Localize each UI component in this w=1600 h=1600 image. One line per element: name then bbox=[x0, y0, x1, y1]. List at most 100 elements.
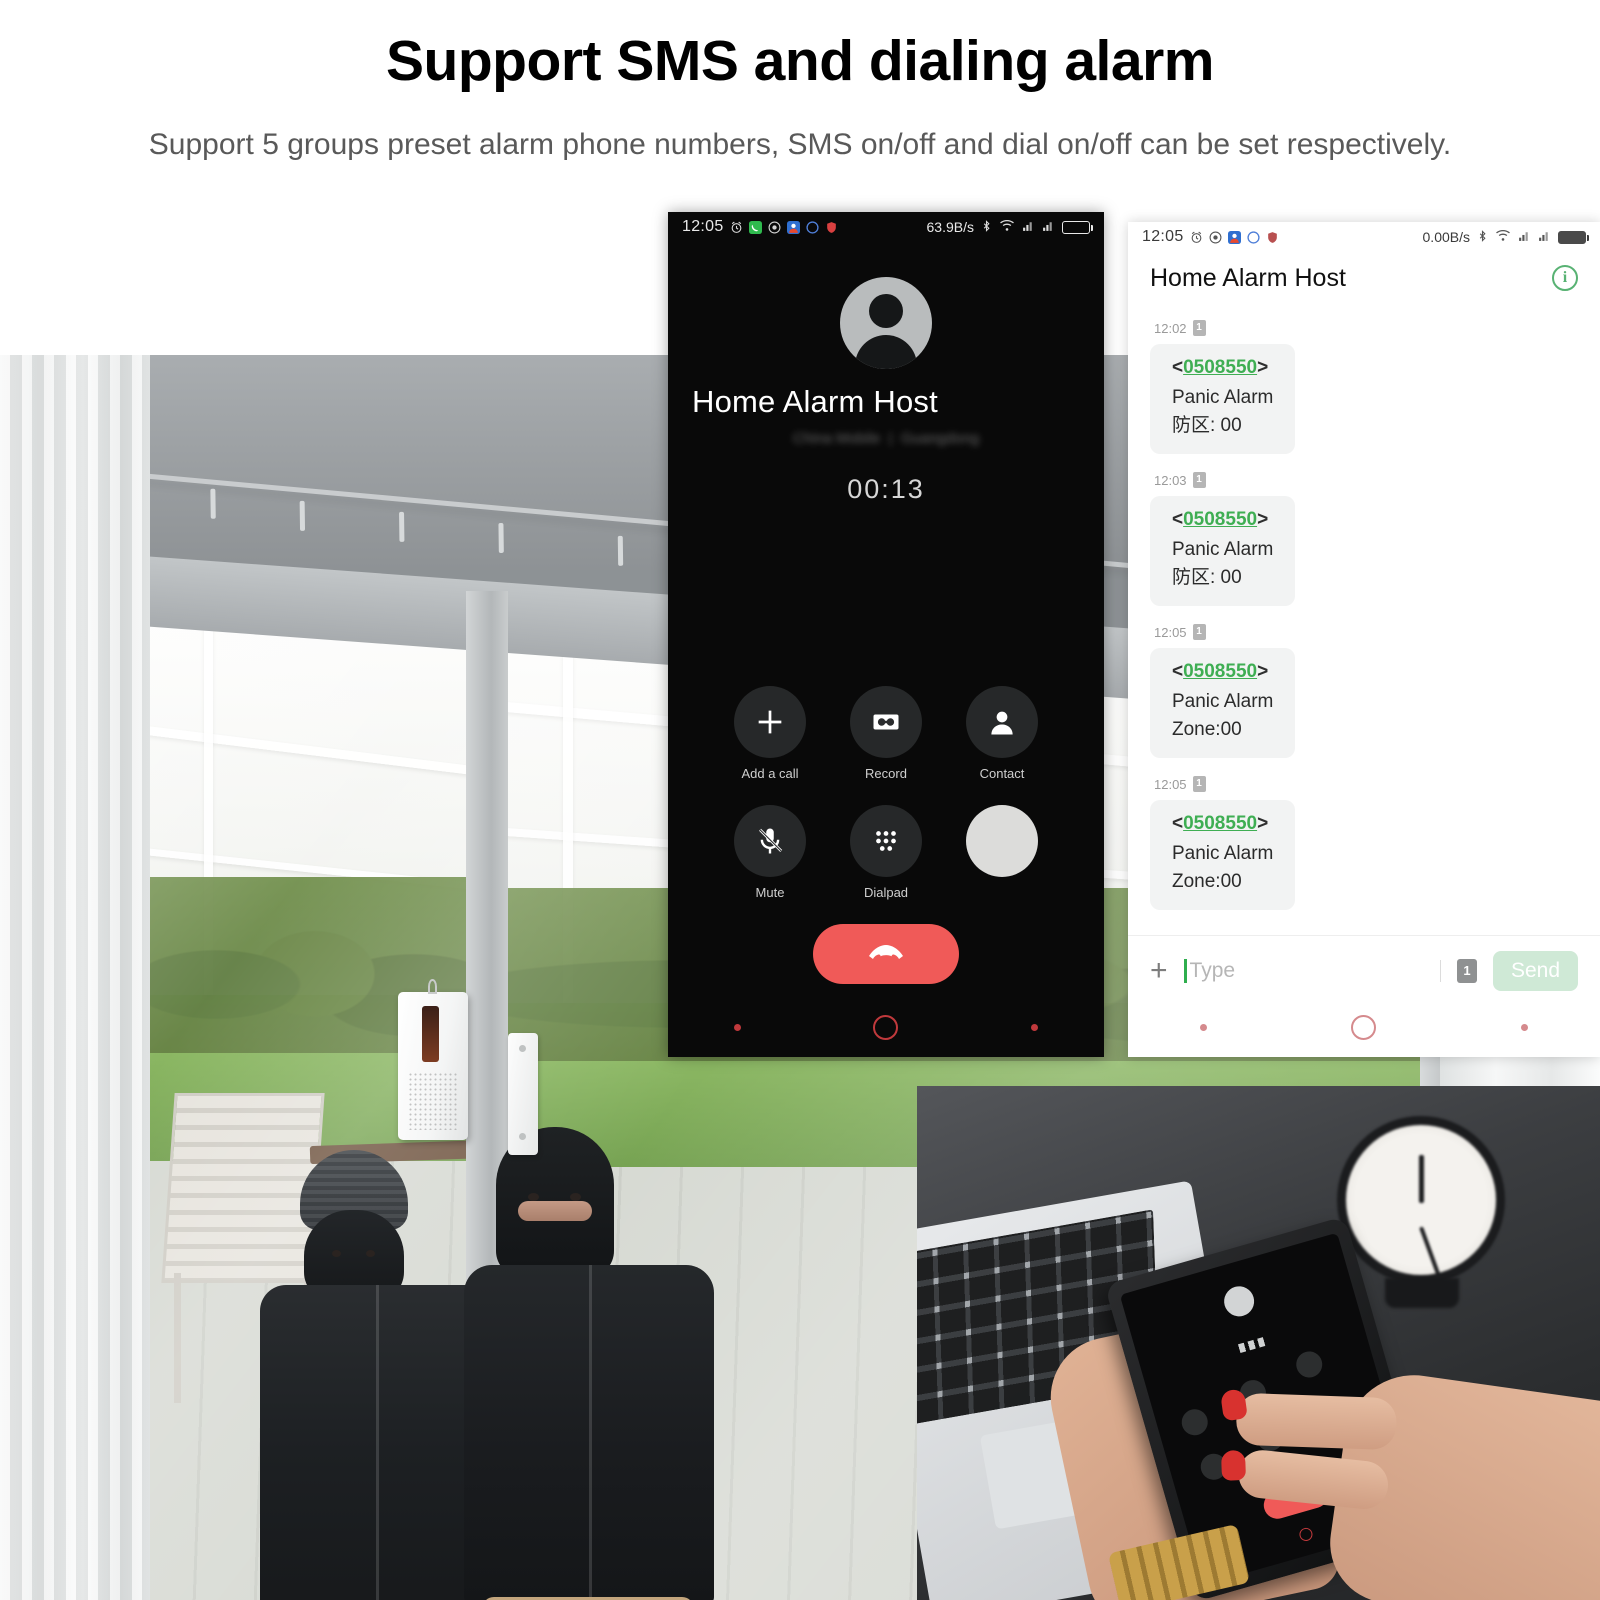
page-title: Support SMS and dialing alarm bbox=[386, 29, 1214, 93]
call-button-label: Record bbox=[865, 766, 907, 781]
message-line-2: Zone:00 bbox=[1172, 870, 1242, 892]
recents-dot[interactable] bbox=[1030, 1023, 1038, 1031]
call-button-label: Dialpad bbox=[863, 885, 909, 900]
door-sensor-device bbox=[398, 979, 468, 1140]
message-line-1: Panic Alarm bbox=[1172, 539, 1274, 561]
battery-icon bbox=[1558, 230, 1589, 244]
mute-button[interactable]: Mute bbox=[712, 805, 828, 900]
info-icon[interactable]: i bbox=[1552, 265, 1578, 291]
message-sender-number: <0508550> bbox=[1172, 813, 1269, 835]
send-button[interactable]: Send bbox=[1492, 950, 1578, 991]
back-dot[interactable] bbox=[1200, 1023, 1208, 1031]
door-sensor-magnet bbox=[508, 1033, 538, 1155]
message-input-placeholder: Type bbox=[1189, 958, 1236, 982]
alarm-clock bbox=[1337, 1116, 1505, 1299]
signal-icon-2 bbox=[1042, 219, 1055, 235]
hand-pointing bbox=[1219, 1366, 1600, 1600]
message-sender-number: <0508550> bbox=[1172, 357, 1269, 378]
add-a-call-button[interactable]: Add a call bbox=[712, 686, 828, 781]
message-timestamp: 12:05 bbox=[1154, 776, 1187, 792]
message-line-1: Panic Alarm bbox=[1172, 691, 1274, 713]
contacts-app-icon bbox=[1227, 230, 1241, 244]
battery-icon bbox=[1062, 220, 1093, 234]
message-timestamp-row: 12:02 1 bbox=[1154, 320, 1578, 336]
sender-number-value: 0508550 bbox=[1183, 357, 1258, 378]
call-nav-bar bbox=[668, 1007, 1104, 1047]
network-speed: 63.9B/s bbox=[926, 219, 974, 235]
message-line-2: 防区: 00 bbox=[1172, 414, 1242, 436]
message-bubble: <0508550> Panic Alarm Zone:00 bbox=[1150, 800, 1296, 911]
intruder-figure bbox=[452, 1125, 722, 1600]
home-circle[interactable] bbox=[873, 1014, 899, 1040]
contact-icon bbox=[966, 686, 1038, 758]
message-line-1: Panic Alarm bbox=[1172, 387, 1274, 408]
message-timestamp-row: 12:05 1 bbox=[1154, 624, 1578, 641]
sms-nav-bar bbox=[1128, 1007, 1600, 1047]
conversation-title: Home Alarm Host bbox=[1150, 263, 1346, 292]
call-timer: 00:13 bbox=[847, 474, 925, 504]
contacts-app-icon bbox=[786, 220, 800, 234]
record-icon bbox=[850, 686, 922, 758]
call-button-label: Add a call bbox=[741, 766, 799, 781]
shield-icon bbox=[825, 221, 838, 234]
sim-chip: 1 bbox=[1192, 472, 1206, 489]
bluetooth-app-icon bbox=[805, 220, 819, 234]
message-bubble: <0508550> Panic Alarm 防区: 00 bbox=[1150, 496, 1296, 607]
message-line-1: Panic Alarm bbox=[1172, 843, 1274, 865]
message-timestamp-row: 12:03 1 bbox=[1154, 472, 1578, 489]
plus-icon bbox=[734, 686, 806, 758]
sim-chip: 1 bbox=[1192, 776, 1206, 793]
alarm-icon bbox=[730, 221, 743, 234]
message-item: 12:02 1 <0508550> Panic Alarm 防区: 00 bbox=[1150, 320, 1578, 455]
message-item: 12:05 1 <0508550> Panic Alarm Zone:00 bbox=[1150, 776, 1578, 911]
signal-icon-2 bbox=[1538, 229, 1551, 245]
message-line-2: Zone:00 bbox=[1172, 718, 1242, 740]
wifi-icon bbox=[1495, 229, 1511, 245]
bluetooth-icon bbox=[981, 219, 992, 236]
back-dot[interactable] bbox=[734, 1023, 742, 1031]
sim-chip: 1 bbox=[1192, 320, 1206, 336]
home-circle[interactable] bbox=[1351, 1014, 1377, 1040]
dialpad-icon bbox=[850, 805, 922, 877]
message-timestamp: 12:02 bbox=[1154, 320, 1187, 336]
network-speed: 0.00B/s bbox=[1422, 229, 1470, 245]
message-list[interactable]: 12:02 1 <0508550> Panic Alarm 防区: 00 12:… bbox=[1128, 306, 1600, 961]
alarm-icon bbox=[1190, 231, 1203, 244]
sender-number-value: 0508550 bbox=[1183, 509, 1258, 531]
sms-screen-phone: 12:05 0.00B/s Home Alarm Host i 12:02 1 … bbox=[1128, 222, 1600, 1057]
speaker-icon bbox=[966, 805, 1038, 877]
plus-icon[interactable]: + bbox=[1150, 955, 1168, 986]
message-item: 12:05 1 <0508550> Panic Alarm Zone:00 bbox=[1150, 624, 1578, 759]
divider bbox=[1439, 959, 1441, 982]
mute-microphone-icon bbox=[734, 805, 806, 877]
avatar bbox=[840, 277, 932, 369]
sms-header: Home Alarm Host i bbox=[1128, 252, 1600, 304]
hang-up-icon bbox=[865, 940, 907, 969]
signal-icon-1 bbox=[1518, 229, 1531, 245]
contact-button[interactable]: Contact bbox=[944, 686, 1060, 781]
message-bubble: <0508550> Panic Alarm Zone:00 bbox=[1150, 648, 1296, 759]
speaker-button[interactable] bbox=[944, 805, 1060, 900]
record-button[interactable]: Record bbox=[828, 686, 944, 781]
message-timestamp: 12:03 bbox=[1154, 472, 1187, 488]
camera-icon bbox=[1209, 231, 1222, 244]
sim-selector[interactable]: 1 bbox=[1456, 958, 1477, 983]
sim-chip: 1 bbox=[1192, 624, 1206, 641]
message-input[interactable]: Type bbox=[1183, 958, 1424, 983]
message-item: 12:03 1 <0508550> Panic Alarm 防区: 00 bbox=[1150, 472, 1578, 607]
message-sender-number: <0508550> bbox=[1172, 661, 1269, 683]
message-timestamp: 12:05 bbox=[1154, 624, 1187, 640]
call-status-bar: 12:05 63.9B/s bbox=[668, 212, 1104, 242]
status-bar-time: 12:05 bbox=[1142, 228, 1184, 245]
dialpad-button[interactable]: Dialpad bbox=[828, 805, 944, 900]
call-actions: Add a call Record Contact Mute Dialpad bbox=[668, 686, 1104, 900]
recents-dot[interactable] bbox=[1520, 1023, 1528, 1031]
product-feature-banner: Support SMS and dialing alarm Support 5 … bbox=[0, 0, 1600, 1600]
text-caret bbox=[1183, 958, 1187, 983]
call-button-label: Mute bbox=[755, 885, 785, 900]
sender-number-value: 0508550 bbox=[1183, 661, 1258, 683]
signal-icon-1 bbox=[1022, 219, 1035, 235]
end-call-button[interactable] bbox=[813, 924, 959, 984]
bluetooth-app-icon bbox=[1246, 230, 1260, 244]
message-timestamp-row: 12:05 1 bbox=[1154, 776, 1578, 793]
